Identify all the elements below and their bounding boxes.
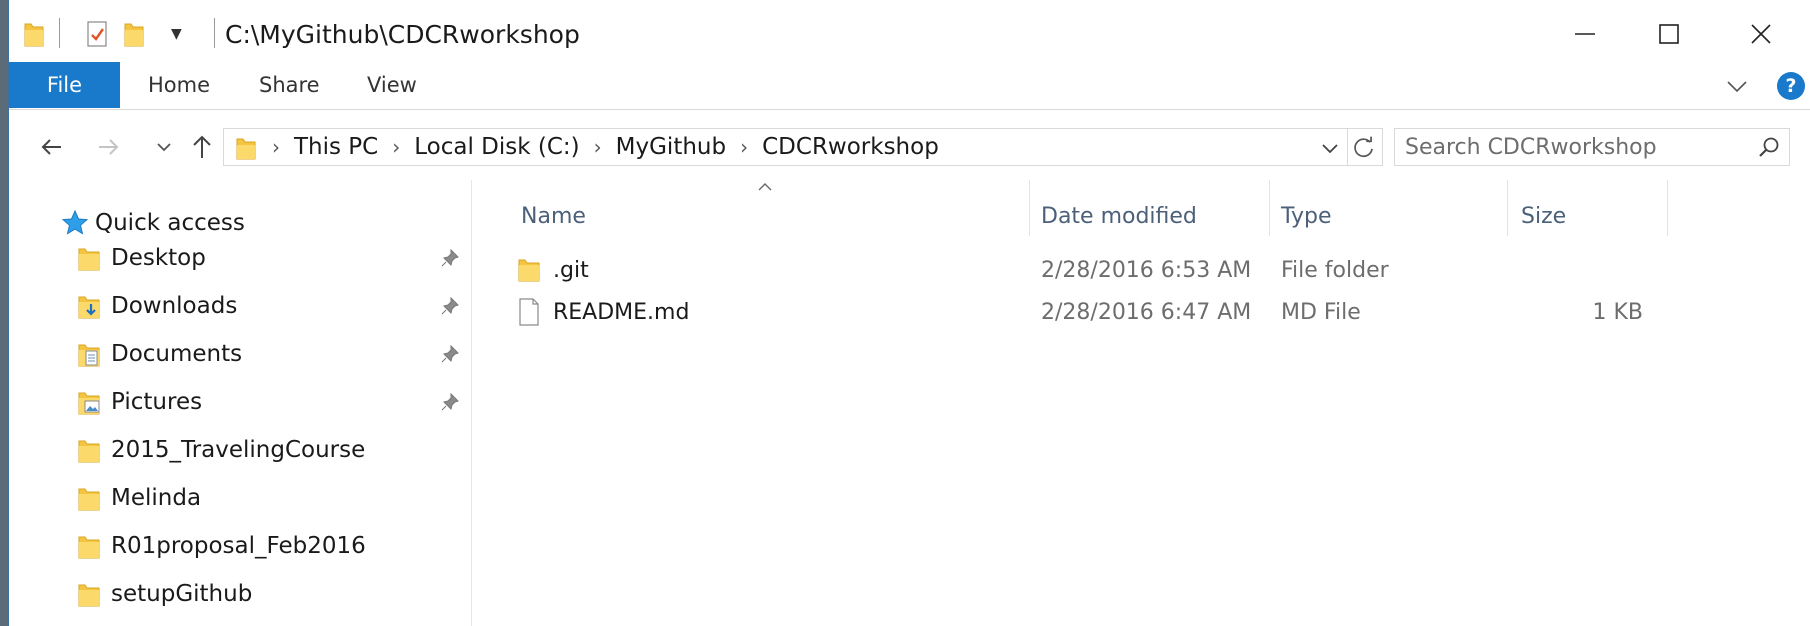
tab-share[interactable]: Share <box>259 62 320 108</box>
column-divider[interactable] <box>1507 180 1508 236</box>
qat-separator <box>214 18 215 48</box>
folder-icon <box>78 584 100 607</box>
column-divider[interactable] <box>1667 180 1668 236</box>
folder-icon <box>236 138 256 160</box>
pin-icon[interactable] <box>439 343 461 365</box>
qat-customize-dropdown[interactable]: ▼ <box>171 26 182 42</box>
folder-icon <box>78 536 100 559</box>
breadcrumb: › This PC › Local Disk (C:) › MyGithub ›… <box>272 129 939 165</box>
pin-icon[interactable] <box>439 295 461 317</box>
folder-icon <box>78 488 100 511</box>
table-row[interactable]: .git 2/28/2016 6:53 AM File folder <box>473 250 1653 290</box>
sidebar-item-r01proposal-feb2016[interactable]: R01proposal_Feb2016 <box>77 528 366 564</box>
recent-locations-chevron-icon[interactable] <box>147 130 181 164</box>
file-list: Name Date modified Type Size .git 2/28/2… <box>473 180 1810 626</box>
sidebar-item-label: Downloads <box>111 293 238 319</box>
chevron-right-icon[interactable]: › <box>594 135 602 159</box>
file-date-modified: 2/28/2016 6:47 AM <box>1041 299 1252 325</box>
column-header-type[interactable]: Type <box>1281 194 1332 238</box>
window-title: C:\MyGithub\CDCRworkshop <box>225 20 580 49</box>
maximize-button[interactable] <box>1649 14 1689 54</box>
sidebar-item-label: Desktop <box>111 245 206 271</box>
qat-separator <box>59 18 60 48</box>
sidebar-item-documents[interactable]: Documents <box>77 336 242 372</box>
file-type: File folder <box>1281 257 1389 283</box>
breadcrumb-local-disk[interactable]: Local Disk (C:) <box>414 134 579 160</box>
chevron-right-icon[interactable]: › <box>272 135 280 159</box>
file-name: README.md <box>553 299 690 325</box>
explorer-window: ▼ C:\MyGithub\CDCRworkshop File Home Sha… <box>8 0 1810 626</box>
pin-icon[interactable] <box>439 391 461 413</box>
sidebar-item-label: Melinda <box>111 485 202 511</box>
breadcrumb-this-pc[interactable]: This PC <box>294 134 378 160</box>
file-type: MD File <box>1281 299 1361 325</box>
help-button[interactable]: ? <box>1777 72 1805 100</box>
sidebar-item-melinda[interactable]: Melinda <box>77 480 201 516</box>
file-icon <box>519 298 539 326</box>
tab-view[interactable]: View <box>367 62 417 108</box>
search-box[interactable] <box>1394 128 1790 166</box>
column-header-name[interactable]: Name <box>521 194 586 238</box>
forward-arrow-icon[interactable] <box>91 130 125 164</box>
title-bar: ▼ C:\MyGithub\CDCRworkshop <box>9 0 1810 66</box>
folder-icon[interactable] <box>23 18 45 48</box>
downloads-folder-icon <box>78 296 100 319</box>
search-input[interactable] <box>1405 133 1745 161</box>
pin-icon[interactable] <box>439 247 461 269</box>
file-size: 1 KB <box>1592 299 1643 325</box>
tab-home[interactable]: Home <box>148 62 210 108</box>
breadcrumb-cdcrworkshop[interactable]: CDCRworkshop <box>762 134 939 160</box>
navigation-bar: › This PC › Local Disk (C:) › MyGithub ›… <box>9 112 1810 180</box>
breadcrumb-mygithub[interactable]: MyGithub <box>616 134 726 160</box>
sidebar-item-quick-access[interactable]: Quick access <box>61 208 245 238</box>
folder-icon <box>78 440 100 463</box>
table-row[interactable]: README.md 2/28/2016 6:47 AM MD File 1 KB <box>473 292 1653 332</box>
column-divider[interactable] <box>1269 180 1270 236</box>
sort-ascending-icon <box>758 183 772 191</box>
sidebar-item-downloads[interactable]: Downloads <box>77 288 237 324</box>
star-icon <box>61 209 89 235</box>
sidebar-item-setupgithub[interactable]: setupGithub <box>77 576 252 612</box>
ribbon: File Home Share View ? <box>9 62 1810 110</box>
close-button[interactable] <box>1741 14 1781 54</box>
address-bar[interactable]: › This PC › Local Disk (C:) › MyGithub ›… <box>223 128 1348 166</box>
sidebar-item-label: setupGithub <box>111 581 253 607</box>
sidebar-item-2015-travelingcourse[interactable]: 2015_TravelingCourse <box>77 432 365 468</box>
sidebar-item-label: Documents <box>111 341 243 367</box>
back-arrow-icon[interactable] <box>35 130 69 164</box>
sidebar-item-pictures[interactable]: Pictures <box>77 384 202 420</box>
column-header-size[interactable]: Size <box>1521 194 1566 238</box>
column-header-date-modified[interactable]: Date modified <box>1041 194 1197 238</box>
up-arrow-icon[interactable] <box>185 130 219 164</box>
sidebar-item-label: R01proposal_Feb2016 <box>111 533 366 559</box>
search-icon[interactable] <box>1757 136 1781 160</box>
sidebar-item-label: Quick access <box>95 210 245 236</box>
desktop-folder-icon <box>78 248 100 271</box>
properties-icon[interactable] <box>85 20 109 48</box>
file-name: .git <box>553 257 589 283</box>
navigation-pane: Quick access Desktop Downloads Documents… <box>9 180 472 626</box>
column-divider[interactable] <box>1029 180 1030 236</box>
refresh-icon[interactable] <box>1345 128 1383 166</box>
documents-folder-icon <box>78 344 100 367</box>
chevron-right-icon[interactable]: › <box>740 135 748 159</box>
sidebar-item-label: Pictures <box>111 389 203 415</box>
pictures-folder-icon <box>78 392 100 415</box>
chevron-down-icon[interactable] <box>1319 137 1341 159</box>
file-size <box>1501 250 1643 290</box>
new-folder-icon[interactable] <box>123 18 145 48</box>
chevron-right-icon[interactable]: › <box>392 135 400 159</box>
chevron-down-icon[interactable] <box>1725 74 1749 98</box>
folder-icon <box>518 259 540 282</box>
sidebar-item-desktop[interactable]: Desktop <box>77 240 206 276</box>
file-date-modified: 2/28/2016 6:53 AM <box>1041 257 1252 283</box>
sidebar-item-label: 2015_TravelingCourse <box>111 437 366 463</box>
minimize-button[interactable] <box>1565 14 1605 54</box>
tab-file[interactable]: File <box>9 62 120 108</box>
